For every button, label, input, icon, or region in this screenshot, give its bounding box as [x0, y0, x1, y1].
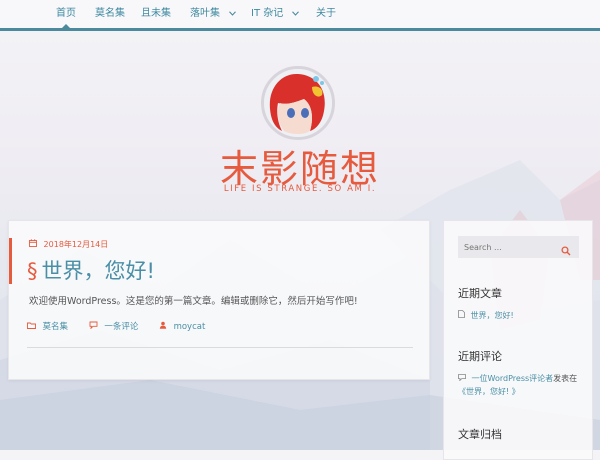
recent-posts-title: 近期文章: [458, 287, 502, 300]
post-accent-bar: [9, 238, 12, 284]
chevron-down-icon: [292, 0, 300, 28]
recent-post-link[interactable]: 世界，您好!: [458, 310, 514, 321]
post-category-label: 莫名集: [42, 322, 69, 332]
post-title-link[interactable]: § 世界，您好!: [27, 255, 155, 285]
nav-item-label: 首页: [56, 8, 76, 19]
recent-post-label: 世界，您好!: [470, 311, 514, 320]
chevron-down-icon: [229, 0, 237, 28]
search-form: [458, 236, 579, 258]
folder-icon: [27, 322, 39, 331]
post-comments-label: 一条评论: [104, 322, 139, 332]
nav-item-about[interactable]: 关于: [316, 0, 336, 28]
post-category-link[interactable]: 莫名集: [27, 322, 71, 332]
nav-item-label: 且未集: [141, 8, 171, 19]
post-excerpt: 欢迎使用WordPress。这是您的第一篇文章。编辑或删除它，然后开始写作吧!: [29, 296, 358, 307]
comment-icon: [458, 374, 469, 383]
user-icon: [159, 321, 170, 331]
avatar-illustration: [264, 69, 332, 137]
recent-comments-title: 近期评论: [458, 350, 502, 363]
comment-post-link[interactable]: 《世界，您好! 》: [458, 387, 520, 396]
nav-item-luoye[interactable]: 落叶集: [190, 0, 237, 28]
post-comments-link[interactable]: 一条评论: [89, 321, 141, 332]
post-title-text: 世界，您好!: [41, 259, 155, 283]
post-date-text: 2018年12月14日: [43, 240, 109, 249]
sidebar: 近期文章 世界，您好! 近期评论 一位WordPress评论者发表在 《世界，您…: [443, 220, 593, 460]
comment-verb: 发表在: [553, 374, 578, 383]
comment-icon: [89, 321, 101, 331]
nav-item-label: 莫名集: [95, 8, 125, 19]
nav-item-moming[interactable]: 莫名集: [95, 0, 125, 28]
document-icon: [458, 310, 468, 320]
archives-title: 文章归档: [458, 428, 502, 441]
nav-item-qiewei[interactable]: 且未集: [141, 0, 171, 28]
comment-author-link[interactable]: 一位WordPress评论者: [472, 374, 554, 383]
post-author-link[interactable]: moycat: [159, 321, 206, 332]
site-tagline: LIFE IS STRANGE. SO AM I.: [223, 184, 377, 194]
search-icon[interactable]: [561, 241, 573, 256]
section-sign: §: [27, 259, 38, 283]
nav-item-label: 落叶集: [190, 8, 220, 19]
nav-item-home[interactable]: 首页: [56, 0, 76, 28]
top-navigation: 首页 莫名集 且未集 落叶集 IT 杂记 关于: [0, 0, 600, 31]
nav-item-label: 关于: [316, 8, 336, 19]
nav-accent-line: [0, 28, 600, 31]
post-author-label: moycat: [173, 322, 206, 332]
nav-item-it-notes[interactable]: IT 杂记: [251, 0, 300, 28]
post-card: 2018年12月14日 § 世界，您好! 欢迎使用WordPress。这是您的第一…: [8, 220, 430, 380]
search-input[interactable]: [464, 236, 558, 258]
avatar[interactable]: [261, 66, 335, 140]
recent-comment-item: 一位WordPress评论者发表在 《世界，您好! 》: [458, 372, 577, 398]
post-meta: 莫名集 一条评论 moycat: [27, 320, 223, 332]
post-divider: [27, 347, 413, 348]
nav-item-label: IT 杂记: [251, 8, 284, 19]
post-date: 2018年12月14日: [29, 239, 108, 250]
calendar-icon: [29, 239, 37, 249]
